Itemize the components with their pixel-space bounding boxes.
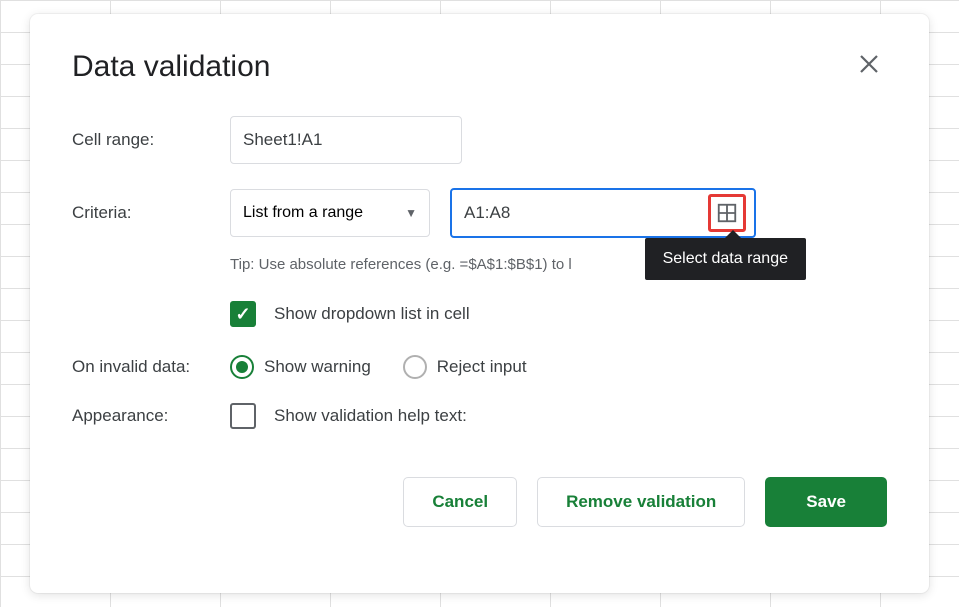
close-button[interactable] [851, 46, 887, 88]
chevron-down-icon: ▼ [405, 206, 417, 220]
reject-input-radio[interactable] [403, 355, 427, 379]
show-warning-label: Show warning [264, 357, 371, 377]
dialog-header: Data validation [72, 46, 887, 88]
appearance-row: Appearance: Show validation help text: [72, 403, 887, 429]
select-range-button[interactable] [708, 194, 746, 232]
cancel-button[interactable]: Cancel [403, 477, 517, 527]
cell-range-label: Cell range: [72, 130, 230, 150]
show-dropdown-checkbox[interactable]: ✓ [230, 301, 256, 327]
show-dropdown-label: Show dropdown list in cell [274, 304, 470, 324]
appearance-label: Appearance: [72, 406, 230, 426]
cell-range-input-box[interactable] [230, 116, 462, 164]
cell-range-row: Cell range: [72, 116, 887, 164]
show-warning-option[interactable]: Show warning [230, 355, 371, 379]
checkmark-icon: ✓ [235, 304, 250, 325]
criteria-range-input[interactable] [464, 203, 708, 223]
close-icon [859, 54, 879, 74]
dialog-buttons: Cancel Remove validation Save [72, 477, 887, 527]
save-button[interactable]: Save [765, 477, 887, 527]
cell-range-input[interactable] [243, 130, 464, 150]
reject-input-label: Reject input [437, 357, 527, 377]
on-invalid-row: On invalid data: Show warning Reject inp… [72, 355, 887, 379]
criteria-label: Criteria: [72, 203, 230, 223]
remove-validation-button[interactable]: Remove validation [537, 477, 745, 527]
criteria-range-wrap: Select data range [450, 188, 756, 238]
reject-input-option[interactable]: Reject input [403, 355, 527, 379]
show-warning-radio[interactable] [230, 355, 254, 379]
criteria-dropdown[interactable]: List from a range ▼ [230, 189, 430, 237]
criteria-range-input-box[interactable] [450, 188, 756, 238]
criteria-dropdown-value: List from a range [243, 204, 363, 222]
show-dropdown-row: ✓ Show dropdown list in cell [230, 301, 887, 327]
help-text-checkbox[interactable] [230, 403, 256, 429]
grid-icon [716, 202, 738, 224]
on-invalid-label: On invalid data: [72, 357, 230, 377]
select-range-tooltip: Select data range [645, 238, 806, 280]
on-invalid-radio-group: Show warning Reject input [230, 355, 527, 379]
appearance-checkbox-wrap: Show validation help text: [230, 403, 467, 429]
criteria-row: Criteria: List from a range ▼ Select dat… [72, 188, 887, 238]
data-validation-dialog: Data validation Cell range: Criteria: Li… [30, 14, 929, 593]
help-text-label: Show validation help text: [274, 406, 467, 426]
dialog-title: Data validation [72, 50, 270, 84]
